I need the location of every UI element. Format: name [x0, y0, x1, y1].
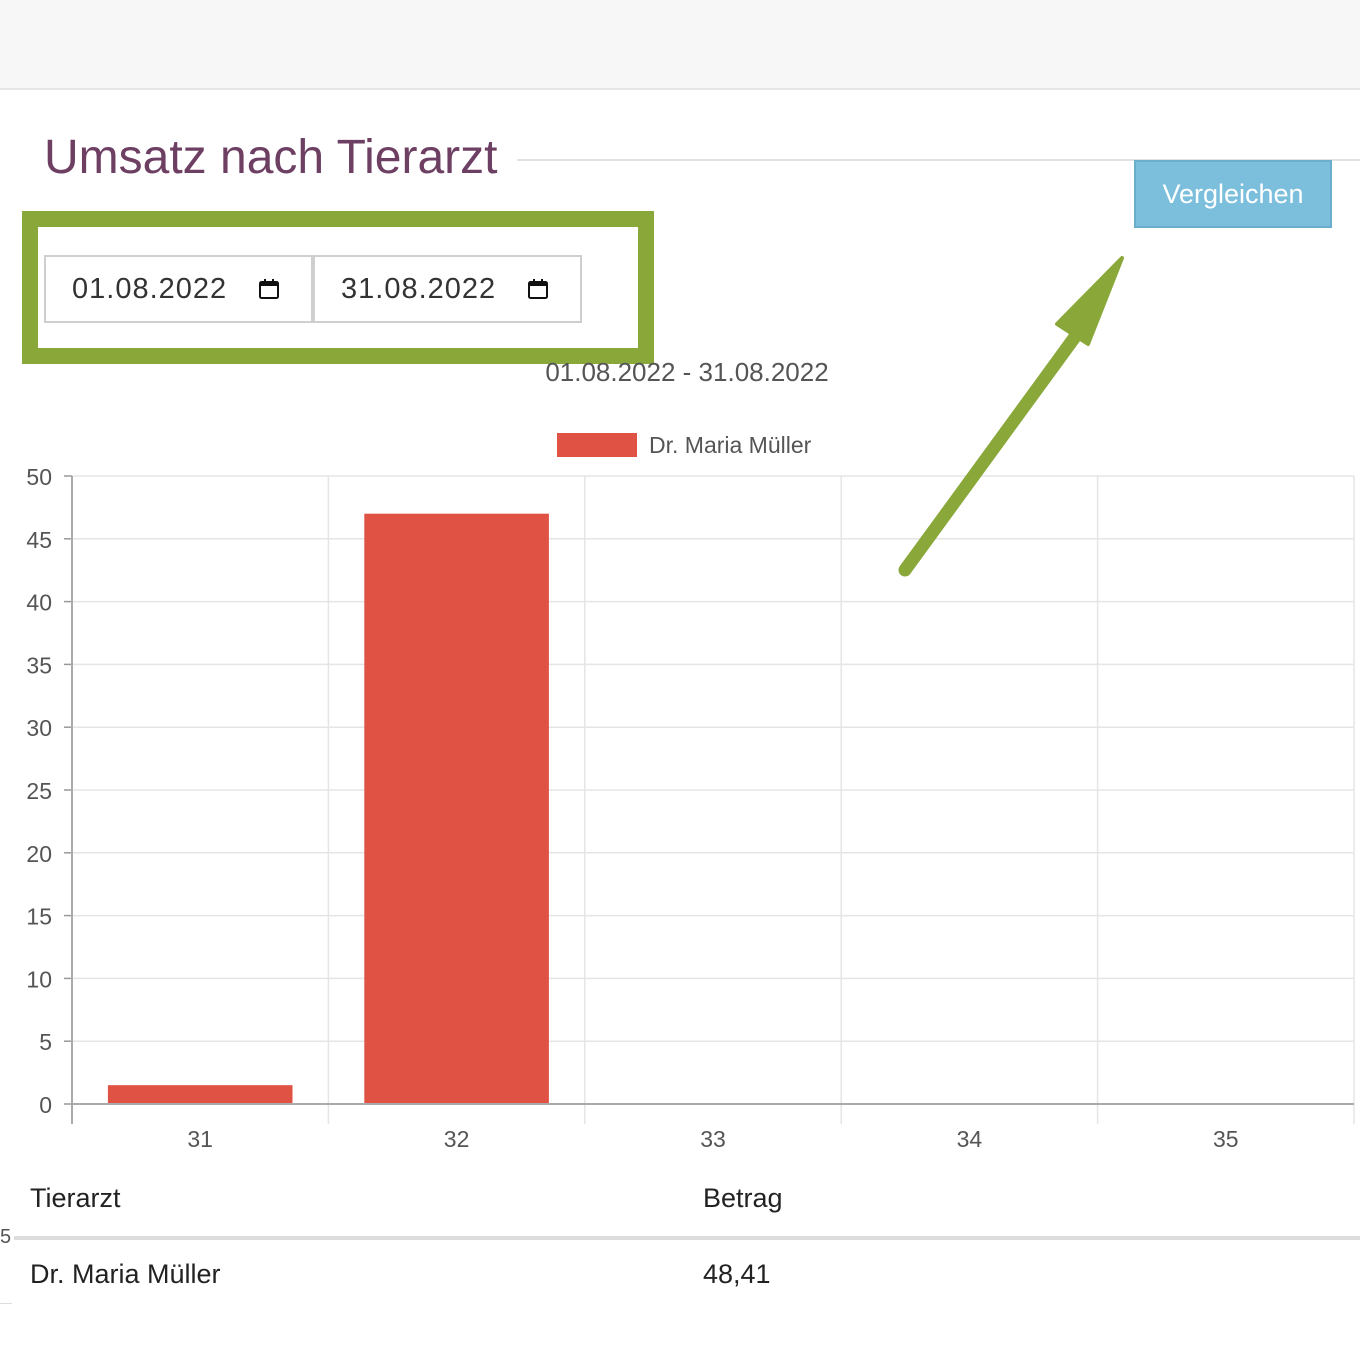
- x-tick-label: 35: [1213, 1126, 1239, 1152]
- row-divider: [0, 1303, 12, 1304]
- y-tick-label: 0: [39, 1092, 52, 1118]
- bar: [364, 513, 549, 1104]
- cut-off-label: 5: [0, 1226, 12, 1248]
- y-tick-label: 45: [26, 527, 52, 553]
- x-tick-label: 32: [444, 1126, 470, 1152]
- y-tick-label: 30: [26, 715, 52, 741]
- table-header-amount[interactable]: Betrag: [703, 1183, 783, 1214]
- x-tick-label: 34: [957, 1126, 983, 1152]
- y-tick-label: 5: [39, 1029, 52, 1055]
- x-tick-label: 33: [700, 1126, 726, 1152]
- bar-chart-svg: 0 5 10 15 20 25 30 35 40 45 50 31 32 33 34 35 01.08.202…: [26, 357, 1355, 1152]
- y-tick-label: 20: [26, 841, 52, 867]
- compare-button[interactable]: Vergleichen: [1134, 160, 1332, 228]
- table-cell-vet: Dr. Maria Müller: [30, 1259, 221, 1289]
- legend-swatch[interactable]: [557, 433, 637, 457]
- page-title: Umsatz nach Tierarzt: [44, 131, 498, 184]
- y-tick-label: 10: [26, 966, 52, 992]
- table-cell-amount: 48,41: [703, 1259, 771, 1289]
- table-header-vet[interactable]: Tierarzt: [30, 1183, 121, 1214]
- y-tick-label: 15: [26, 904, 52, 930]
- revenue-chart: 0 5 10 15 20 25 30 35 40 45 50 31 32 33 34 35 01.08.202…: [0, 340, 1360, 1160]
- y-tick-label: 25: [26, 778, 52, 804]
- y-tick-label: 40: [26, 590, 52, 616]
- y-tick-label: 50: [26, 464, 52, 490]
- x-tick-label: 31: [187, 1126, 213, 1152]
- table-header-divider: [14, 1236, 1360, 1240]
- top-bar: [0, 0, 1360, 90]
- chart-axes: 0 5 10 15 20 25 30 35 40 45 50 31 32 33 34 35: [26, 464, 1354, 1152]
- legend-label[interactable]: Dr. Maria Müller: [649, 432, 812, 458]
- y-tick-label: 35: [26, 652, 52, 678]
- bar: [107, 1085, 293, 1104]
- chart-grid: [71, 475, 1355, 1124]
- chart-title: 01.08.2022 - 31.08.2022: [545, 357, 828, 387]
